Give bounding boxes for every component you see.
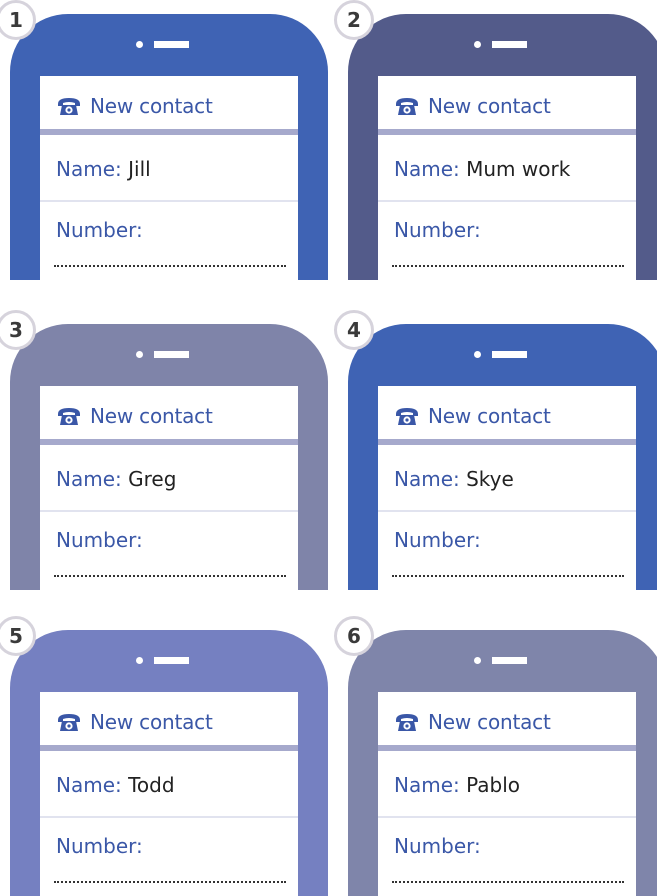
- phone-body: New contact Name: Greg Number:: [10, 324, 328, 590]
- phone-body: New contact Name: Pablo Number:: [348, 630, 657, 896]
- row-divider: [378, 200, 636, 202]
- card-number: 2: [347, 8, 361, 32]
- row-divider: [40, 510, 298, 512]
- phone-camera-dot: [136, 41, 143, 48]
- phone-body: New contact Name: Todd Number:: [10, 630, 328, 896]
- number-answer-line[interactable]: [54, 575, 286, 577]
- title-divider: [378, 129, 636, 135]
- number-label: Number:: [56, 528, 143, 552]
- title-row: New contact: [56, 404, 213, 428]
- phone-camera-dot: [136, 351, 143, 358]
- number-label: Number:: [394, 834, 481, 858]
- screen-title: New contact: [428, 404, 551, 428]
- phone-body: New contact Name: Skye Number:: [348, 324, 657, 590]
- card-number: 5: [9, 624, 23, 648]
- card-number: 4: [347, 318, 361, 342]
- phone-body: New contact Name: Mum work Number:: [348, 14, 657, 280]
- telephone-icon: [58, 98, 80, 115]
- number-label: Number:: [394, 528, 481, 552]
- screen-title: New contact: [428, 710, 551, 734]
- screen-title: New contact: [90, 404, 213, 428]
- title-divider: [40, 439, 298, 445]
- screen-title: New contact: [90, 710, 213, 734]
- name-row: Name: Skye: [394, 467, 514, 491]
- name-label: Name:: [394, 773, 460, 797]
- number-label: Number:: [56, 218, 143, 242]
- telephone-icon: [396, 98, 418, 115]
- phone-speaker: [154, 657, 189, 664]
- number-answer-line[interactable]: [392, 265, 624, 267]
- phone-speaker: [154, 351, 189, 358]
- name-row: Name: Pablo: [394, 773, 520, 797]
- name-value: Greg: [128, 467, 177, 491]
- title-row: New contact: [394, 710, 551, 734]
- card-number: 3: [9, 318, 23, 342]
- card-number: 1: [9, 8, 23, 32]
- contact-card-5: New contact Name: Todd Number: 5: [0, 616, 328, 896]
- card-number-badge: 2: [334, 0, 374, 40]
- number-label: Number:: [56, 834, 143, 858]
- phone-speaker: [154, 41, 189, 48]
- name-value: Jill: [128, 157, 151, 181]
- row-divider: [378, 816, 636, 818]
- card-number: 6: [347, 624, 361, 648]
- title-row: New contact: [394, 404, 551, 428]
- telephone-icon: [58, 714, 80, 731]
- phone-camera-dot: [136, 657, 143, 664]
- phone-screen: New contact Name: Skye Number:: [378, 386, 636, 590]
- name-value: Skye: [466, 467, 514, 491]
- row-divider: [40, 200, 298, 202]
- name-row: Name: Greg: [56, 467, 176, 491]
- number-answer-line[interactable]: [392, 881, 624, 883]
- card-number-badge: 4: [334, 310, 374, 350]
- title-row: New contact: [394, 94, 551, 118]
- telephone-icon: [396, 408, 418, 425]
- phone-screen: New contact Name: Pablo Number:: [378, 692, 636, 896]
- contact-card-6: New contact Name: Pablo Number: 6: [334, 616, 657, 896]
- contact-card-3: New contact Name: Greg Number: 3: [0, 310, 328, 590]
- name-label: Name:: [56, 773, 122, 797]
- name-value: Mum work: [466, 157, 571, 181]
- phone-body: New contact Name: Jill Number:: [10, 14, 328, 280]
- name-label: Name:: [56, 467, 122, 491]
- name-label: Name:: [56, 157, 122, 181]
- screen-title: New contact: [428, 94, 551, 118]
- number-answer-line[interactable]: [54, 881, 286, 883]
- title-divider: [40, 745, 298, 751]
- phone-camera-dot: [474, 41, 481, 48]
- name-label: Name:: [394, 467, 460, 491]
- number-label: Number:: [394, 218, 481, 242]
- telephone-icon: [58, 408, 80, 425]
- title-divider: [378, 439, 636, 445]
- title-divider: [40, 129, 298, 135]
- screen-title: New contact: [90, 94, 213, 118]
- title-divider: [378, 745, 636, 751]
- title-row: New contact: [56, 710, 213, 734]
- phone-speaker: [492, 351, 527, 358]
- card-number-badge: 6: [334, 616, 374, 656]
- number-answer-line[interactable]: [54, 265, 286, 267]
- phone-speaker: [492, 41, 527, 48]
- phone-speaker: [492, 657, 527, 664]
- contact-card-1: New contact Name: Jill Number: 1: [0, 0, 328, 280]
- name-value: Todd: [128, 773, 175, 797]
- name-row: Name: Mum work: [394, 157, 570, 181]
- row-divider: [378, 510, 636, 512]
- number-answer-line[interactable]: [392, 575, 624, 577]
- phone-camera-dot: [474, 351, 481, 358]
- name-value: Pablo: [466, 773, 521, 797]
- contact-card-4: New contact Name: Skye Number: 4: [334, 310, 657, 590]
- phone-screen: New contact Name: Todd Number:: [40, 692, 298, 896]
- phone-camera-dot: [474, 657, 481, 664]
- name-label: Name:: [394, 157, 460, 181]
- contact-card-2: New contact Name: Mum work Number: 2: [334, 0, 657, 280]
- name-row: Name: Jill: [56, 157, 151, 181]
- row-divider: [40, 816, 298, 818]
- phone-screen: New contact Name: Greg Number:: [40, 386, 298, 590]
- telephone-icon: [396, 714, 418, 731]
- phone-screen: New contact Name: Mum work Number:: [378, 76, 636, 280]
- title-row: New contact: [56, 94, 213, 118]
- phone-screen: New contact Name: Jill Number:: [40, 76, 298, 280]
- name-row: Name: Todd: [56, 773, 175, 797]
